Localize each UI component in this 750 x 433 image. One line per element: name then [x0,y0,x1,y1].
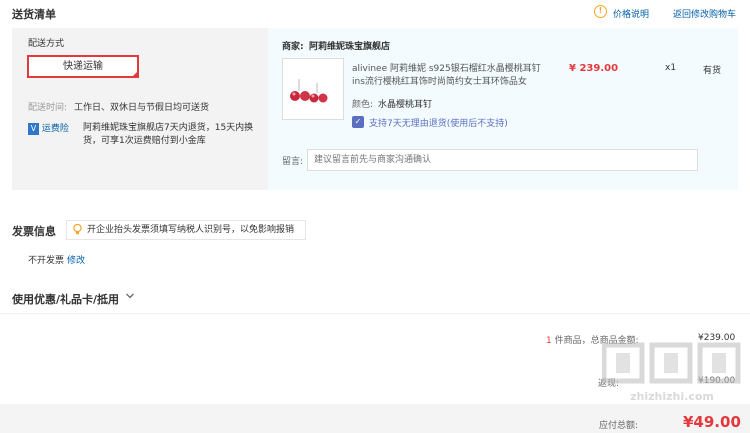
product-color-value: 水晶樱桃耳钉 [378,100,433,110]
pay-amount: ¥49.00 [683,413,741,431]
remark-input[interactable] [307,149,698,171]
pay-label: 应付总额: [599,421,639,431]
product-stock: 有货 [703,66,722,76]
shipping-method-value: 快递运输 [63,61,103,72]
insurance-badge: V 运费险 [28,121,72,135]
merchant-label: 商家: [282,42,304,52]
divider [0,313,750,314]
product-color-label: 颜色: [352,100,374,110]
lightbulb-icon [73,223,82,235]
earring-image [290,79,328,103]
invoice-tip-text: 开企业抬头发票须填写纳税人识别号，以免影响报销 [87,225,295,235]
watermark-graphic [601,342,741,384]
delivery-time-value: 工作日、双休日与节假日均可送货 [74,103,210,113]
delivery-title: 送货清单 [12,8,56,21]
invoice-edit-link[interactable]: 修改 [67,253,85,266]
invoice-status: 不开发票 [28,256,65,266]
insurance-text-line2: 货，可享1次运费赔付到小金库 [83,136,206,146]
watermark-logo: zhizhizhi.com [601,335,742,411]
product-thumbnail[interactable] [282,58,344,120]
merchant-name: 阿莉维妮珠宝旗舰店 [309,42,391,52]
back-to-cart-link[interactable]: 返回修改购物车 [673,7,736,20]
delivery-time-label: 配送时间: [28,103,68,113]
product-title-line1[interactable]: alivinee 阿莉维妮 s925银石榴红水晶樱桃耳钉 [352,61,541,74]
return-policy: 支持7天无理由退货(使用后不支持) [369,119,508,129]
product-price: ¥ 239.00 [569,63,619,74]
shipping-method-button[interactable]: 快递运输 [27,55,139,78]
shipping-method-label: 配送方式 [28,39,65,49]
insurance-icon: V [28,122,39,135]
selected-corner-icon [131,70,139,78]
info-icon: ! [594,5,607,18]
watermark-text: zhizhizhi.com [630,390,714,403]
remark-label: 留言: [282,157,304,167]
product-title-line2[interactable]: ins流行樱桃红耳饰时尚简约女士耳环饰品女 [352,74,527,87]
discount-title[interactable]: 使用优惠/礼品卡/抵用 [12,291,119,307]
shield-icon: ✓ [352,116,364,128]
invoice-tip: 开企业抬头发票须填写纳税人识别号，以免影响报销 [66,220,306,240]
invoice-title: 发票信息 [12,225,56,238]
insurance-badge-label: 运费险 [41,124,69,134]
chevron-down-icon[interactable] [125,291,135,301]
product-quantity: x1 [665,63,677,73]
insurance-text-line1: 阿莉维妮珠宝旗舰店7天内退货，15天内换 [83,123,254,133]
price-help-link[interactable]: 价格说明 [613,7,649,20]
